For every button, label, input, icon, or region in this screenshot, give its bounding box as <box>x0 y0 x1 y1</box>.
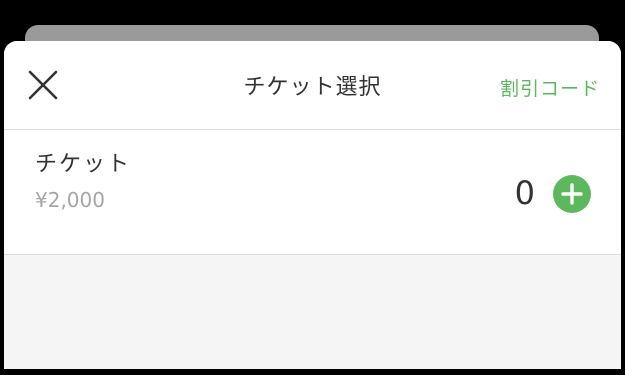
ticket-quantity: 0 <box>514 174 535 212</box>
ticket-row: チケット ¥2,000 0 <box>4 130 621 255</box>
ticket-price: ¥2,000 <box>35 188 105 212</box>
ticket-selection-sheet: チケット選択 割引コード チケット ¥2,000 0 <box>4 41 621 369</box>
discount-code-link[interactable]: 割引コード <box>500 74 600 101</box>
ticket-name: チケット <box>35 152 132 177</box>
plus-circle-icon <box>553 175 591 213</box>
add-ticket-button[interactable] <box>553 175 591 213</box>
sheet-header: チケット選択 割引コード <box>4 41 621 130</box>
